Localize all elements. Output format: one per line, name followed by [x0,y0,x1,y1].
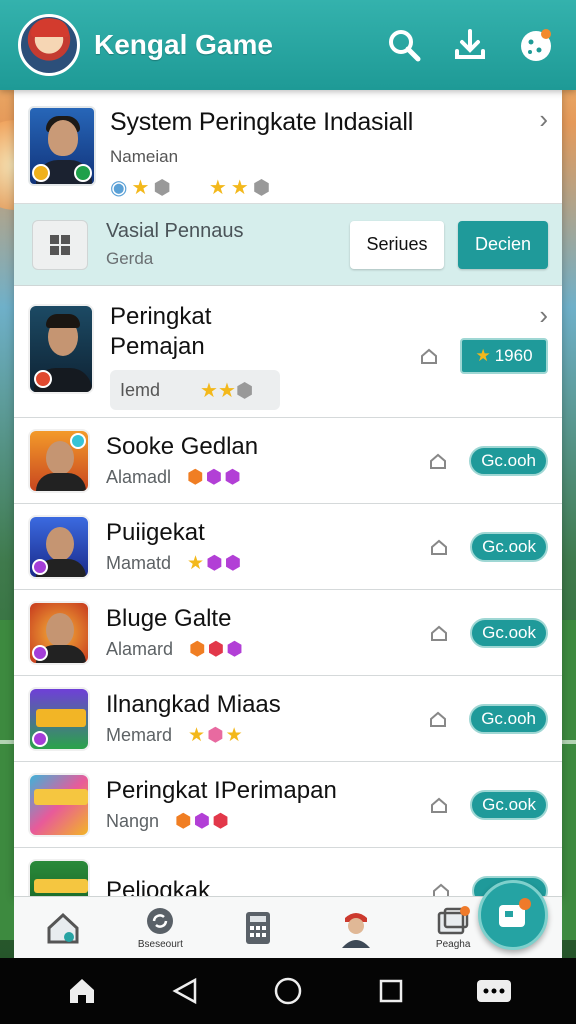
score-pill[interactable]: ★ 1960 [460,338,548,374]
action-pill[interactable]: Gc.ook [470,617,548,648]
system-overview-icon[interactable] [371,971,411,1011]
row-title: Sooke Gedlan [106,433,259,460]
row-subtitle: Alamadl [106,467,172,487]
row-title: Peliogkak [106,876,211,899]
featured-title-line1: Peringkat [110,303,212,330]
featured-row[interactable]: Peringkat Pemajan Iemd ★★⬢ › ★ 1960 [14,286,562,418]
featured-tag: Iemd ★★⬢ [110,370,280,410]
player-avatar [28,304,94,394]
grid-view-button[interactable] [32,219,88,270]
app-header: Kengal Game [0,0,576,90]
action-pill[interactable]: Gc.ooh [469,703,548,734]
player-avatar [28,600,90,665]
player-avatar [28,514,90,579]
player-avatar [28,106,96,186]
refresh-icon [147,908,174,934]
row-icons: ⬢ ⬢ ⬢ [187,467,241,488]
cookie-menu-icon[interactable] [514,23,558,67]
series-button[interactable]: Seriues [350,220,444,269]
app-title: Kengal Game [94,29,273,60]
game-thumbnail [28,686,90,751]
system-home-icon[interactable] [62,971,102,1011]
home-icon [47,912,79,943]
action-pill[interactable]: Gc.ooh [469,445,548,476]
system-navigation-bar [0,958,576,1024]
list-item[interactable]: Peringkat IPerimapan Nangn ⬢ ⬢ ⬢ Gc.ook [14,762,562,848]
row-subtitle: Mamatd [106,553,172,573]
action-pill[interactable]: Gc.ook [470,789,548,820]
top-card-icons: ◉ ★ ⬢ ★ ★ ⬢ [110,175,548,200]
filter-title: Vasial Pennaus [106,220,244,242]
list-item[interactable]: Puiigekat Mamatd ★ ⬢ ⬢ Gc.ook [14,504,562,590]
list-item[interactable]: Sooke Gedlan Alamadl ⬢ ⬢ ⬢ Gc.ooh [14,418,562,504]
house-icon [430,711,447,727]
row-title: Ilnangkad Miaas [106,691,281,718]
nav-label: Peagha [435,939,471,950]
house-icon [431,625,448,641]
nav-profile[interactable] [316,899,396,957]
logo-avatar[interactable] [18,14,80,76]
row-icons: ★ ⬢ ⬢ [187,553,242,574]
row-title: Puiigekat [106,519,205,546]
list-item[interactable]: Peliogkak [14,848,562,898]
row-subtitle: Alamard [106,639,174,659]
house-icon [421,348,437,364]
list-item[interactable]: Ilnangkad Miaas Memard ★ ⬢ ★ Gc.ooh [14,676,562,762]
row-title: Peringkat IPerimapan [106,777,337,804]
profile-icon [341,912,370,948]
grid-icon [50,234,70,255]
game-thumbnail [28,772,90,837]
badge-icon: ◉ [110,177,128,199]
row-subtitle: Memard [106,725,173,745]
nav-calculator[interactable] [218,899,298,957]
message-fab[interactable] [478,880,548,950]
search-icon[interactable] [382,23,426,67]
chevron-right-icon[interactable]: › [539,300,548,331]
star-icon: ★ [230,177,249,199]
star-icon: ★ [131,177,150,199]
system-recent-home-icon[interactable] [268,971,308,1011]
top-card-title: System Peringkate Indasiall [110,108,414,136]
chevron-right-icon[interactable]: › [539,104,548,135]
gallery-icon [437,906,471,935]
filter-subtitle: Gerda [106,249,154,268]
nav-resource[interactable]: Bseseourt [120,899,200,957]
message-icon [499,898,531,927]
ranking-list: System Peringkate Indasiall Nameian ◉ ★ … [14,90,562,898]
star-icon: ★ [208,177,227,199]
dice-icon: ⬢ [153,177,171,199]
house-icon [431,539,448,555]
score-value: 1960 [494,346,533,365]
row-icons: ★ ⬢ ★ [188,725,243,746]
top-ranking-card[interactable]: System Peringkate Indasiall Nameian ◉ ★ … [14,90,562,204]
list-item[interactable]: Bluge Galte Alamard ⬢ ⬢ ⬢ Gc.ook [14,590,562,676]
nav-label: Bseseourt [137,939,183,950]
download-icon[interactable] [448,23,492,67]
nav-home[interactable] [23,899,103,957]
house-icon [430,453,447,469]
decide-button[interactable]: Decien [458,220,548,269]
system-keyboard-icon[interactable] [474,971,514,1011]
game-thumbnail [28,858,90,898]
featured-tag-label: Iemd [120,379,161,400]
top-card-subtitle: Nameian [110,147,179,166]
calculator-icon [245,911,270,944]
dice-icon: ⬢ [252,177,271,199]
row-title: Bluge Galte [106,605,232,632]
action-pill[interactable]: Gc.ook [470,531,548,562]
house-icon [431,797,448,813]
row-subtitle: Nangn [106,811,160,831]
player-avatar [28,428,90,493]
row-icons: ⬢ ⬢ ⬢ [189,639,243,660]
system-back-icon[interactable] [165,971,205,1011]
row-icons: ⬢ ⬢ ⬢ [175,811,229,832]
filter-bar: Vasial Pennaus Gerda Seriues Decien [14,204,562,286]
